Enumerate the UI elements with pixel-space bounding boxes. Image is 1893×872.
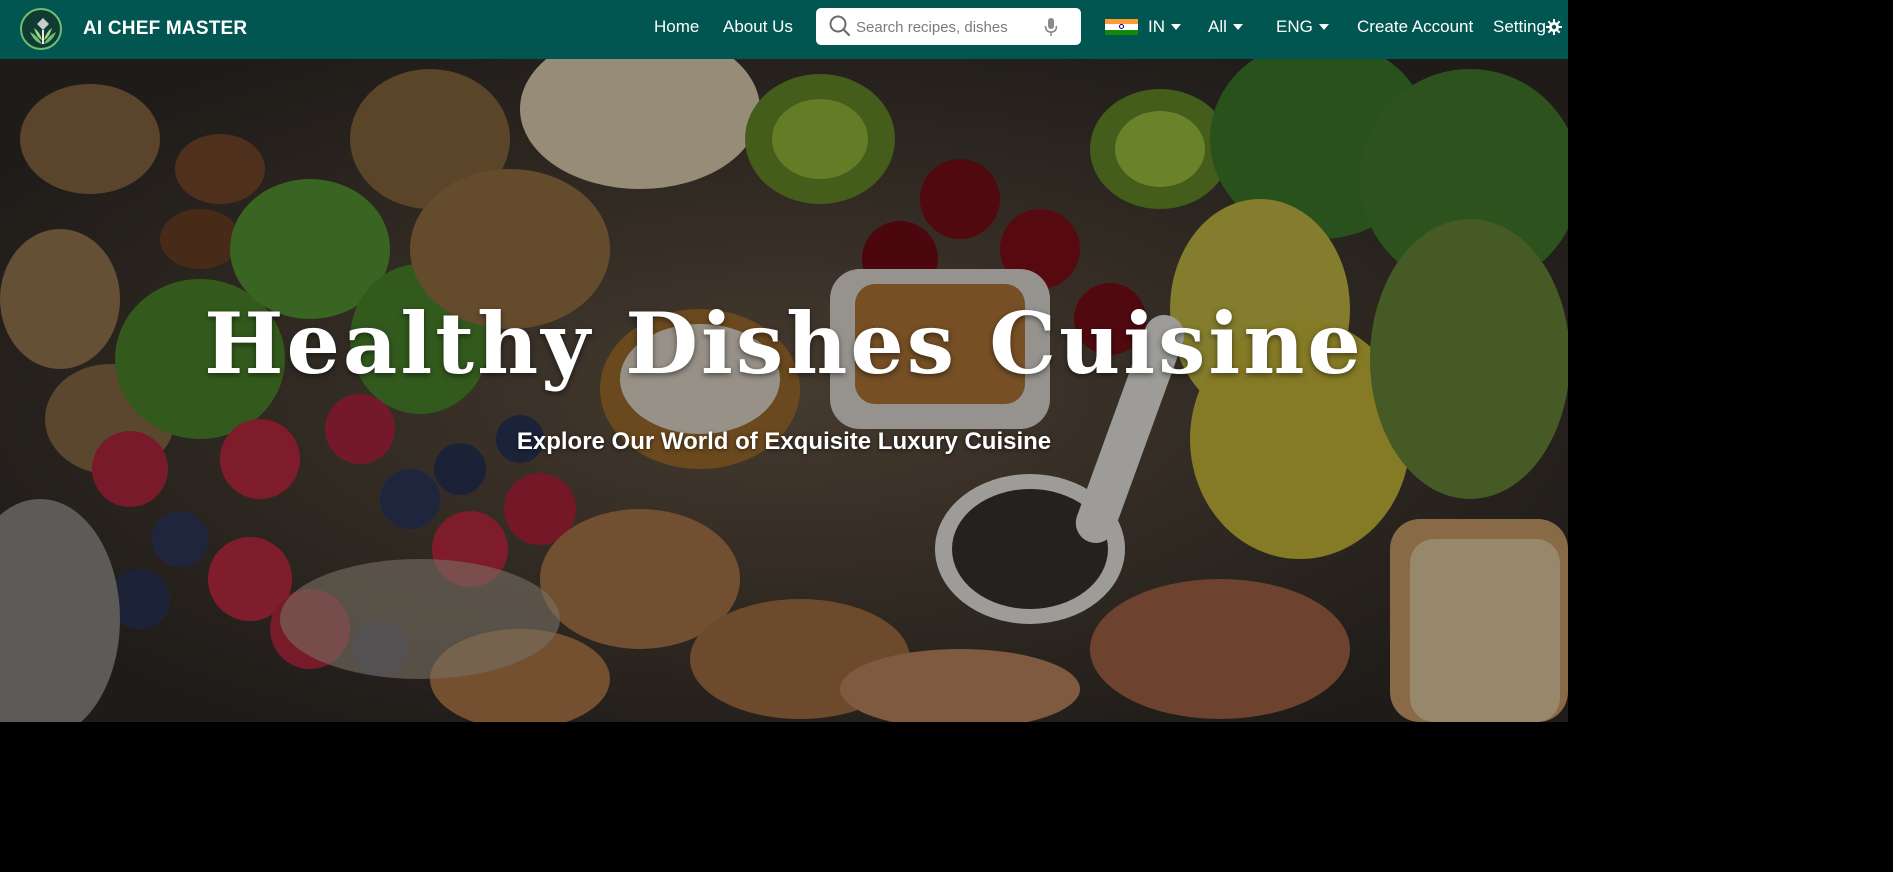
top-navbar: AI CHEF MASTER Home About Us IN All ENG … <box>0 0 1568 59</box>
gear-icon <box>1545 19 1562 35</box>
settings-label: Setting <box>1493 17 1546 36</box>
category-dropdown[interactable]: All <box>1208 17 1243 37</box>
brand-name: AI CHEF MASTER <box>83 18 248 39</box>
hero-section: Healthy Dishes Cuisine Explore Our World… <box>0 59 1568 722</box>
country-dropdown[interactable]: IN <box>1105 17 1181 37</box>
brand[interactable]: AI CHEF MASTER <box>20 5 247 53</box>
nav-about-link[interactable]: About Us <box>723 17 793 37</box>
language-selected: ENG <box>1276 17 1313 36</box>
caret-down-icon <box>1232 24 1243 30</box>
language-dropdown[interactable]: ENG <box>1276 17 1329 37</box>
category-selected: All <box>1208 17 1227 36</box>
mic-icon[interactable] <box>1043 17 1059 37</box>
india-flag-icon <box>1105 19 1138 35</box>
country-selected: IN <box>1148 17 1165 36</box>
search-input[interactable] <box>856 16 1036 38</box>
leaf-logo-icon <box>20 8 62 50</box>
hero-title: Healthy Dishes Cuisine <box>204 294 1364 393</box>
create-account-link[interactable]: Create Account <box>1357 17 1473 37</box>
caret-down-icon <box>1318 24 1329 30</box>
hero-subtitle: Explore Our World of Exquisite Luxury Cu… <box>516 428 1052 455</box>
caret-down-icon <box>1171 24 1181 30</box>
search-bar <box>816 8 1081 45</box>
settings-link[interactable]: Setting <box>1493 17 1562 37</box>
search-icon[interactable] <box>829 15 851 37</box>
nav-home-link[interactable]: Home <box>654 17 699 37</box>
